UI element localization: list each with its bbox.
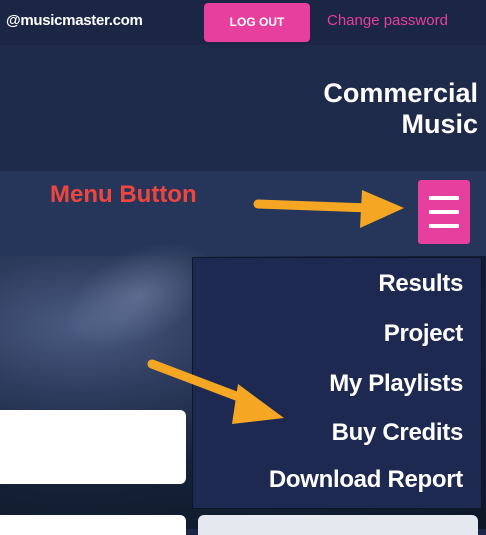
arrow-to-menu-button — [253, 190, 404, 228]
arrow-to-buy-credits — [147, 359, 284, 424]
annotation-arrows — [147, 190, 404, 424]
